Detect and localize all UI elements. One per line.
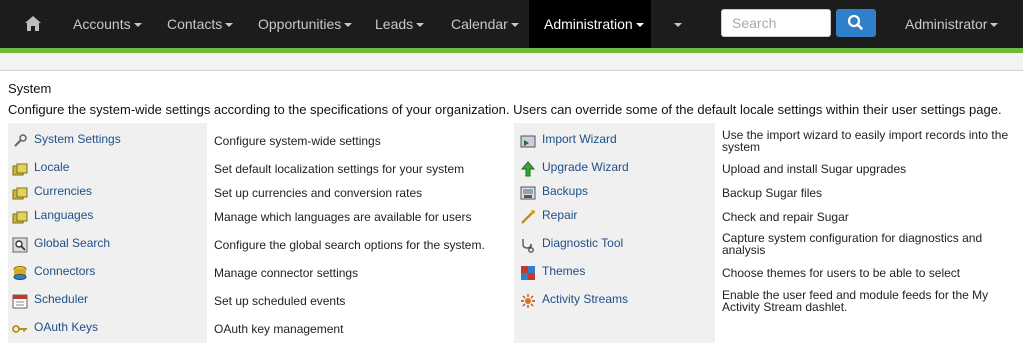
database-icon xyxy=(13,266,27,280)
activity-streams-description: Enable the user feed and module feeds fo… xyxy=(722,288,989,314)
locale-description: Set default localization settings for yo… xyxy=(214,162,465,176)
system-settings-link[interactable]: System Settings xyxy=(34,132,121,146)
calendar-icon xyxy=(12,294,28,309)
connectors-link[interactable]: Connectors xyxy=(34,264,95,278)
locale-link[interactable]: Locale xyxy=(34,160,69,174)
repair-icon xyxy=(521,210,535,224)
activity-streams-link[interactable]: Activity Streams xyxy=(542,292,628,306)
chevron-down-icon xyxy=(344,23,353,28)
nav-opportunities-label: Opportunities xyxy=(258,16,342,32)
nav-administration[interactable]: Administration xyxy=(529,0,651,48)
up-arrow-icon xyxy=(520,161,536,177)
nav-accounts[interactable]: Accounts xyxy=(73,0,142,48)
user-name: Administrator xyxy=(905,16,988,32)
oauth-keys-link[interactable]: OAuth Keys xyxy=(34,320,98,334)
chevron-down-icon xyxy=(990,23,999,28)
diagnostic-tool-description: Capture system configuration for diagnos… xyxy=(722,231,983,257)
nav-more-menu[interactable] xyxy=(671,0,682,48)
nav-accounts-label: Accounts xyxy=(73,16,131,32)
search-icon xyxy=(847,14,863,30)
oauth-keys-description: OAuth key management xyxy=(214,322,344,336)
nav-opportunities[interactable]: Opportunities xyxy=(258,0,353,48)
languages-link[interactable]: Languages xyxy=(34,208,93,222)
wrench-icon xyxy=(14,134,27,147)
chevron-down-icon xyxy=(510,23,519,28)
section-description: Configure the system-wide settings accor… xyxy=(8,102,1002,117)
global-search-description: Configure the global search options for … xyxy=(214,238,485,252)
nav-calendar[interactable]: Calendar xyxy=(451,0,519,48)
currencies-description: Set up currencies and conversion rates xyxy=(214,186,423,200)
home-icon[interactable] xyxy=(22,13,44,35)
upgrade-wizard-description: Upload and install Sugar upgrades xyxy=(722,162,907,176)
system-settings-description: Configure system-wide settings xyxy=(214,134,381,148)
key-icon xyxy=(12,325,27,333)
import-icon xyxy=(520,135,536,148)
nav-calendar-label: Calendar xyxy=(451,16,508,32)
repair-description: Check and repair Sugar xyxy=(722,210,849,224)
section-title: System xyxy=(8,81,52,96)
global-search-link[interactable]: Global Search xyxy=(34,236,110,250)
chevron-down-icon xyxy=(674,23,682,28)
themes-link[interactable]: Themes xyxy=(542,264,585,278)
upgrade-wizard-link[interactable]: Upgrade Wizard xyxy=(542,160,629,174)
chevron-down-icon xyxy=(133,23,142,28)
themes-icon xyxy=(521,266,535,280)
nav-leads-label: Leads xyxy=(375,16,414,32)
nav-contacts[interactable]: Contacts xyxy=(167,0,234,48)
nav-administration-label: Administration xyxy=(544,16,633,32)
scheduler-description: Set up scheduled events xyxy=(214,294,346,308)
search-button[interactable] xyxy=(836,9,876,37)
left-link-column xyxy=(8,123,207,343)
import-wizard-description: Use the import wizard to easily import r… xyxy=(722,128,1009,154)
diagnostic-tool-link[interactable]: Diagnostic Tool xyxy=(542,236,623,250)
currencies-link[interactable]: Currencies xyxy=(34,184,92,198)
backup-icon xyxy=(520,186,536,200)
themes-description: Choose themes for users to be able to se… xyxy=(722,266,961,280)
backups-description: Backup Sugar files xyxy=(722,186,823,200)
chevron-down-icon xyxy=(416,23,425,28)
activity-icon xyxy=(521,294,535,308)
stethoscope-icon xyxy=(522,239,534,253)
backups-link[interactable]: Backups xyxy=(542,184,588,198)
user-menu[interactable]: Administrator xyxy=(905,0,999,48)
money-icon xyxy=(12,211,28,224)
money-icon xyxy=(12,163,28,176)
money-icon xyxy=(12,187,28,200)
import-wizard-link[interactable]: Import Wizard xyxy=(542,132,617,146)
admin-panel: System Configure the system-wide setting… xyxy=(0,70,1023,351)
languages-description: Manage which languages are available for… xyxy=(214,210,472,224)
repair-link[interactable]: Repair xyxy=(542,208,577,222)
connectors-description: Manage connector settings xyxy=(214,266,359,280)
right-link-column xyxy=(514,123,715,343)
chevron-down-icon xyxy=(635,23,644,28)
scheduler-link[interactable]: Scheduler xyxy=(34,292,88,306)
top-navigation: Accounts Contacts Opportunities Leads Ca… xyxy=(0,0,1023,48)
chevron-down-icon xyxy=(225,23,234,28)
magnifier-icon xyxy=(12,237,28,253)
nav-leads[interactable]: Leads xyxy=(375,0,425,48)
nav-contacts-label: Contacts xyxy=(167,16,223,32)
nav-accent-bar xyxy=(0,48,1023,53)
search-input[interactable] xyxy=(721,9,831,37)
